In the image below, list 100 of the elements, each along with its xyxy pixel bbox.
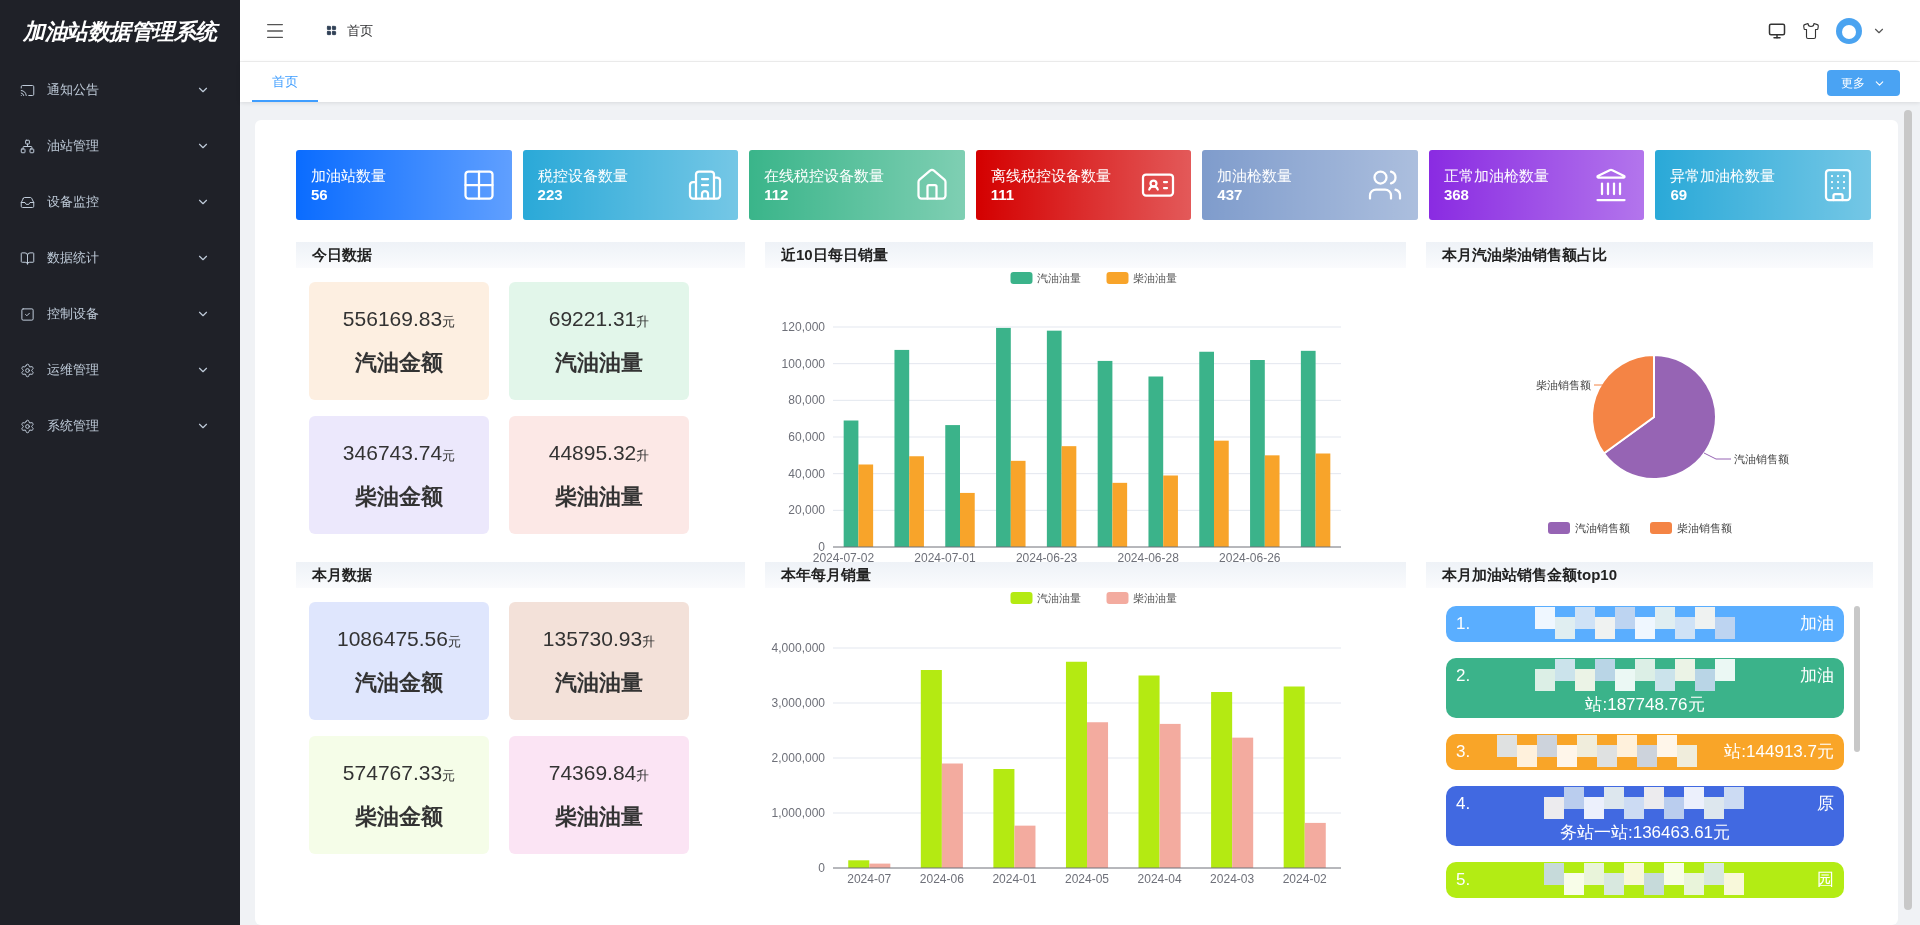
axis-label: 60,000 [788,430,825,444]
legend-item[interactable]: 柴油油量 [1106,592,1177,604]
axis-label: 120,000 [781,320,825,334]
card-label: 加油枪数量 [1217,166,1294,186]
menu-icon [20,362,35,378]
legend-label: 柴油油量 [1132,272,1177,284]
legend-item[interactable]: 汽油油量 [1010,592,1081,604]
tile-value: 135730.93升 [542,625,656,652]
avatar[interactable] [1836,17,1862,44]
axis-label: 2024-06-23 [1015,551,1078,565]
axis-label: 4,000,000 [771,641,825,655]
axis-label: 2024-05 [1065,872,1109,886]
menu-icon [20,194,35,210]
legend-label: 汽油油量 [1036,592,1081,604]
tile-value: 1086475.56元 [337,625,461,652]
menu-icon [20,306,35,322]
rank-number: 4. [1456,793,1471,815]
tile-value: 574767.33元 [342,759,456,786]
tile-label: 汽油油量 [555,349,643,378]
station-sales: 务站一站:136463.61元 [1559,822,1731,844]
scrollbar[interactable] [1904,110,1912,910]
tile-label: 汽油金额 [355,349,443,378]
section-header: 近10日每日销量 [765,242,1406,268]
section-header: 本月汽油柴油销售额占比 [1426,242,1873,268]
scrollbar[interactable] [1854,606,1860,752]
axis-label: 2024-06 [919,872,964,886]
axis-label: 2024-02 [1282,872,1327,886]
menu-item[interactable]: 系统管理 [0,398,240,454]
axis-label: 0 [818,540,825,554]
tile-label: 柴油油量 [555,483,643,512]
breadcrumb-item[interactable]: 首页 [347,20,373,41]
legend-label: 柴油油量 [1132,592,1177,604]
section-header: 本年每月销量 [765,562,1406,588]
card-label: 正常加油枪数量 [1443,166,1550,186]
axis-label: 2024-07-02 [812,551,875,565]
station-name: 园 [1817,869,1834,891]
legend-item[interactable]: 柴油油量 [1106,272,1177,284]
axis-label: 2,000,000 [771,751,825,765]
card-label: 异常加油枪数量 [1670,166,1777,186]
tile-label: 柴油油量 [555,803,643,832]
card-label: 税控设备数量 [537,166,629,186]
rank-number: 2. [1456,665,1471,687]
station-name: 站:144913.7元 [1724,741,1834,763]
menu-icon [20,418,35,434]
ranking-item[interactable]: 4. 原 务站一站:136463.61元 [1446,786,1844,846]
card-label: 在线税控设备数量 [764,166,886,186]
menu-item[interactable]: 数据统计 [0,230,240,286]
axis-label: 20,000 [788,503,825,518]
tile-value: 74369.84升 [548,759,650,786]
menu-item[interactable]: 油站管理 [0,118,240,174]
axis-label: 2024-01 [992,872,1037,886]
axis-label: 3,000,000 [771,696,825,710]
axis-label: 2024-07-01 [914,551,976,565]
legend-label: 汽油油量 [1036,272,1081,284]
card-value: 437 [1217,186,1244,204]
tile-label: 柴油金额 [355,803,443,832]
slice-label: 汽油销售额 [1734,453,1789,465]
axis-label: 40,000 [788,466,825,481]
legend-item[interactable]: 柴油销售额 [1650,522,1732,534]
shirt-icon[interactable] [1802,21,1820,40]
screen-icon[interactable] [1768,21,1786,40]
card-value: 69 [1670,186,1689,204]
legend-item[interactable]: 汽油销售额 [1548,522,1630,534]
station-name: 原 [1817,793,1834,815]
slice-label: 柴油销售额 [1536,379,1591,391]
axis-label: 2024-06-26 [1219,551,1281,565]
menu-icon [20,138,35,154]
axis-label: 2024-06-28 [1117,551,1179,565]
card-value: 111 [990,186,1016,204]
card-label: 离线税控设备数量 [990,166,1112,186]
tile-label: 柴油金额 [355,483,443,512]
axis-label: 80,000 [788,393,825,408]
axis-label: 2024-04 [1137,872,1182,886]
card-value: 223 [537,186,564,204]
menu-item[interactable]: 通知公告 [0,62,240,118]
card-value: 112 [764,186,790,204]
tile-value: 556169.83元 [342,305,456,332]
leader-line [1703,452,1732,460]
tile-value: 69221.31升 [548,305,650,332]
menu-item[interactable]: 设备监控 [0,174,240,230]
axis-label: 0 [818,861,825,875]
card-value: 56 [311,186,329,204]
tile-value: 346743.74元 [342,439,456,466]
axis-label: 2024-07 [847,872,892,886]
axis-label: 2024-03 [1210,872,1255,886]
card-icon [687,167,724,203]
rank-number: 5. [1456,869,1471,891]
tile-value: 44895.32升 [548,439,650,466]
menu-icon [20,82,35,98]
menu-item[interactable]: 运维管理 [0,342,240,398]
menu-icon [20,250,35,266]
station-name: 加油 [1800,613,1834,635]
rank-number: 3. [1456,741,1471,763]
breadcrumb-icon [326,25,337,36]
legend-item[interactable]: 汽油油量 [1010,272,1081,284]
section-header: 本月数据 [296,562,745,588]
menu-item[interactable]: 控制设备 [0,286,240,342]
tile-label: 汽油油量 [555,669,643,698]
axis-label: 1,000,000 [771,806,825,820]
section-header: 今日数据 [296,242,745,268]
